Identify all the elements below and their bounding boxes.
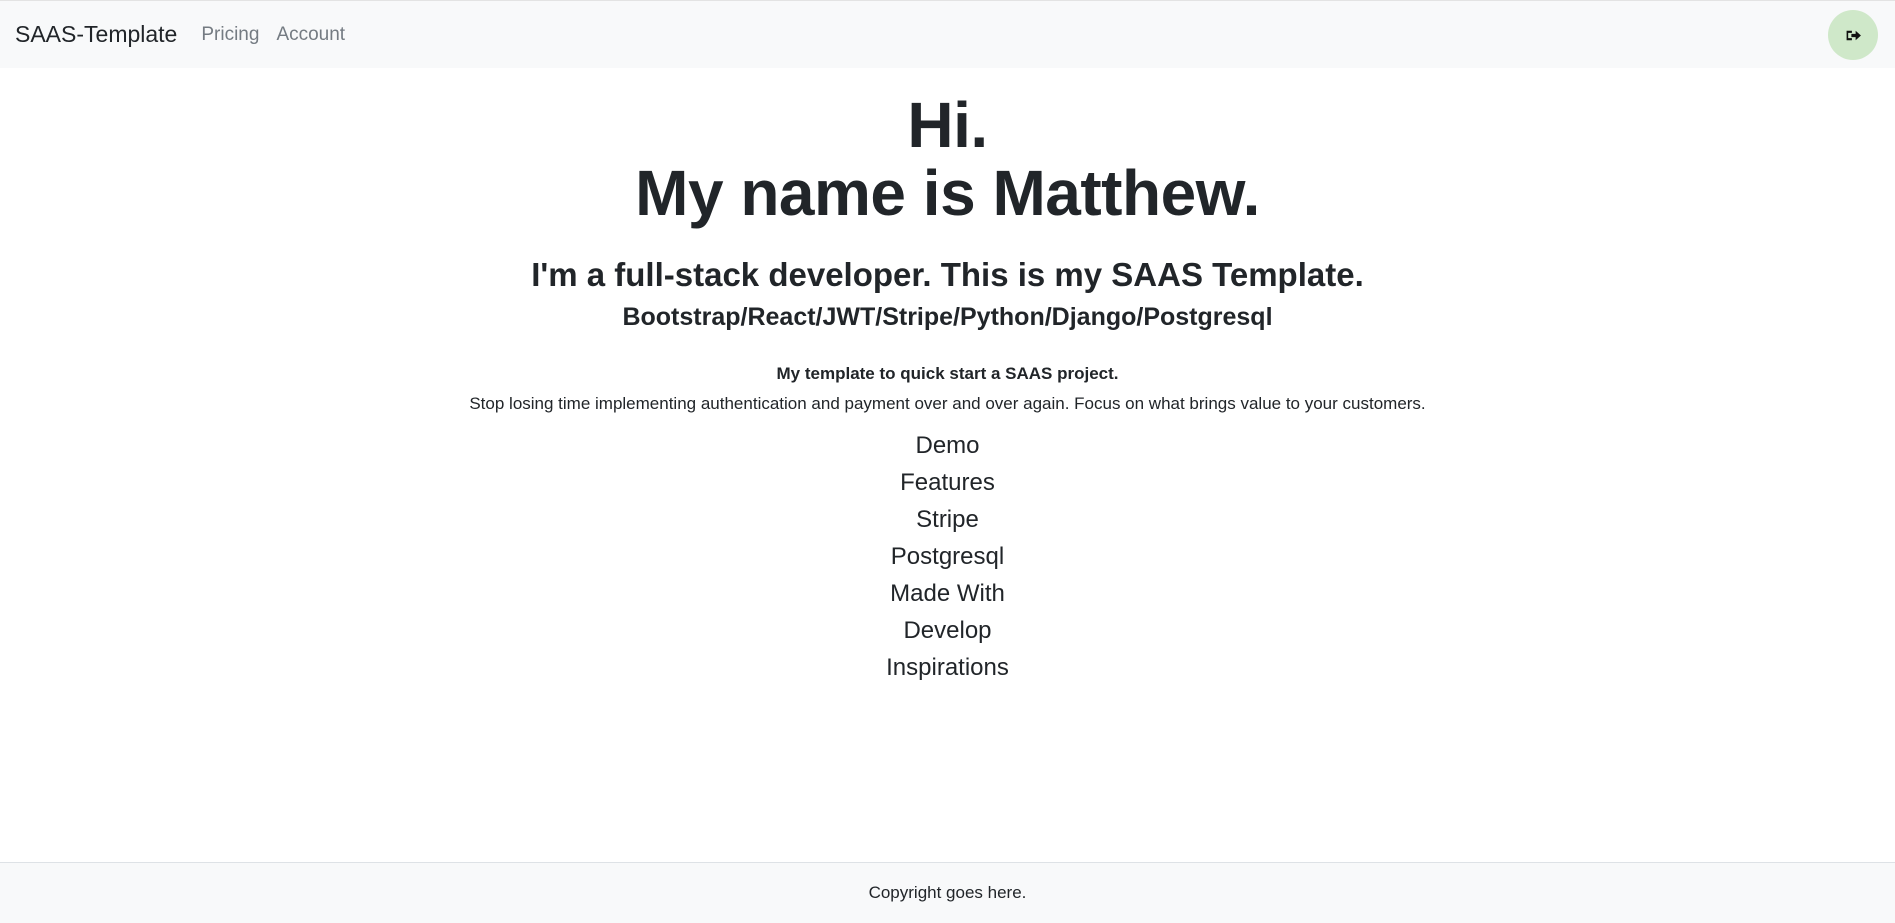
section-link-develop[interactable]: Develop xyxy=(903,617,991,644)
intro-heading: My template to quick start a SAAS projec… xyxy=(776,364,1119,383)
section-item-stripe: Stripe xyxy=(0,501,1895,538)
section-item-postgresql: Postgresql xyxy=(0,538,1895,575)
hero-title-line-1: Hi. xyxy=(907,89,988,161)
hero-title: Hi. My name is Matthew. xyxy=(0,91,1895,227)
nav-link-pricing[interactable]: Pricing xyxy=(201,24,259,46)
section-link-inspirations[interactable]: Inspirations xyxy=(886,654,1009,681)
section-link-demo[interactable]: Demo xyxy=(915,432,979,459)
section-item-develop: Develop xyxy=(0,612,1895,649)
section-item-demo: Demo xyxy=(0,427,1895,464)
section-link-made-with[interactable]: Made With xyxy=(890,580,1005,607)
hero-title-line-2: My name is Matthew. xyxy=(635,157,1260,229)
hero-tagline: I'm a full-stack developer. This is my S… xyxy=(531,256,1364,293)
section-list: Demo Features Stripe Postgresql Made Wit… xyxy=(0,427,1895,686)
intro-text: Stop losing time implementing authentica… xyxy=(469,394,1426,413)
footer: Copyright goes here. xyxy=(0,862,1895,923)
sign-out-icon xyxy=(1845,27,1862,44)
nav-link-account[interactable]: Account xyxy=(276,24,345,46)
logout-button[interactable] xyxy=(1828,10,1878,60)
hero-section: Hi. My name is Matthew. I'm a full-stack… xyxy=(0,68,1895,686)
section-link-features[interactable]: Features xyxy=(900,469,995,496)
brand-link[interactable]: SAAS-Template xyxy=(15,21,177,48)
page: SAAS-Template Pricing Account Hi. My nam… xyxy=(0,0,1895,923)
section-link-postgresql[interactable]: Postgresql xyxy=(891,543,1004,570)
section-item-features: Features xyxy=(0,464,1895,501)
navbar: SAAS-Template Pricing Account xyxy=(0,1,1895,68)
footer-copyright: Copyright goes here. xyxy=(868,883,1027,902)
section-item-inspirations: Inspirations xyxy=(0,649,1895,686)
section-item-made-with: Made With xyxy=(0,575,1895,612)
tech-stack: Bootstrap/React/JWT/Stripe/Python/Django… xyxy=(622,303,1273,331)
section-link-stripe[interactable]: Stripe xyxy=(916,506,979,533)
